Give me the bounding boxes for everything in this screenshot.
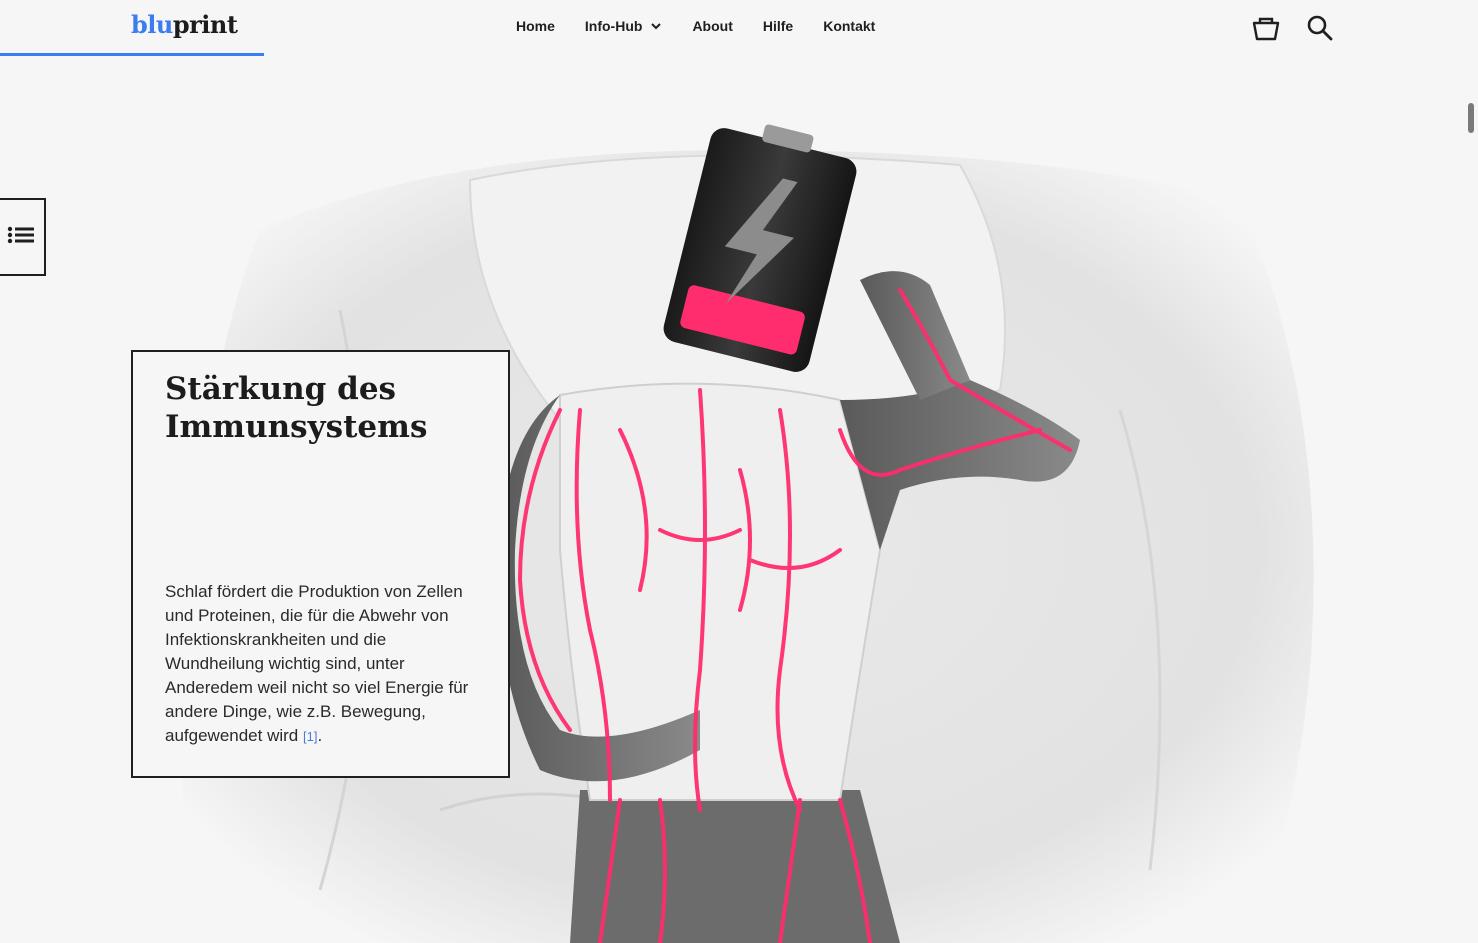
chevron-down-icon xyxy=(651,23,662,30)
scrollbar[interactable] xyxy=(1464,0,1478,943)
logo[interactable]: bluprint xyxy=(131,10,238,39)
nav-hilfe[interactable]: Hilfe xyxy=(763,18,793,34)
site-header: bluprint Home Info-Hub About Hilfe Konta… xyxy=(0,0,1464,56)
table-of-contents-toggle[interactable] xyxy=(0,198,46,276)
reference-link[interactable]: [1] xyxy=(303,729,317,744)
body-period: . xyxy=(317,726,323,745)
page: bluprint Home Info-Hub About Hilfe Konta… xyxy=(0,0,1464,943)
list-icon xyxy=(7,226,34,248)
section-body-text: Schlaf fördert die Produktion von Zellen… xyxy=(165,582,469,745)
nav-about-label: About xyxy=(692,18,733,34)
nav-kontakt-label: Kontakt xyxy=(823,18,876,34)
info-card: Stärkung des Immunsystems Schlaf fördert… xyxy=(131,350,510,778)
section-body: Schlaf fördert die Produktion von Zellen… xyxy=(165,580,480,749)
section-title: Stärkung des Immunsystems xyxy=(165,371,428,445)
nav-about[interactable]: About xyxy=(692,18,732,34)
logo-part-print: print xyxy=(172,10,238,39)
nav-home[interactable]: Home xyxy=(516,18,555,34)
nav-kontakt[interactable]: Kontakt xyxy=(823,18,875,34)
main-nav: Home Info-Hub About Hilfe Kontakt xyxy=(516,18,905,34)
nav-info-hub-label: Info-Hub xyxy=(584,18,643,34)
shopping-bag-icon[interactable] xyxy=(1250,12,1282,44)
search-icon[interactable] xyxy=(1304,12,1336,44)
nav-home-label: Home xyxy=(516,18,555,34)
nav-hilfe-label: Hilfe xyxy=(762,18,794,34)
nav-info-hub[interactable]: Info-Hub xyxy=(585,18,663,34)
logo-part-blu: blu xyxy=(131,10,173,39)
scrollbar-thumb[interactable] xyxy=(1468,103,1474,133)
reading-progress-bar xyxy=(0,53,264,56)
